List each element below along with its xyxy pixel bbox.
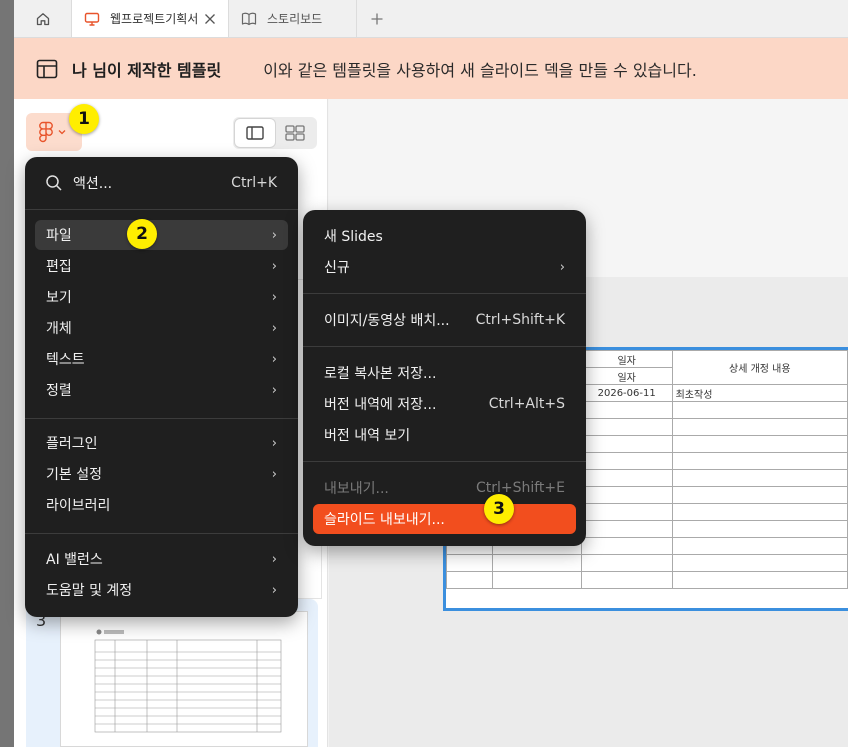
menu-item-ai-balance[interactable]: AI 밸런스 ›	[35, 544, 288, 574]
menu-item-label: 이미지/동영상 배치...	[324, 313, 450, 329]
menu-item-export: 내보내기... Ctrl+Shift+E	[313, 473, 576, 503]
figma-logo-icon	[39, 121, 53, 143]
divider	[25, 209, 298, 210]
menu-item-preferences[interactable]: 기본 설정 ›	[35, 459, 288, 489]
divider	[303, 346, 586, 347]
menu-item-show-version-history[interactable]: 버전 내역 보기	[313, 420, 576, 450]
step-badge-1: 1	[69, 104, 99, 134]
menu-item-place-media[interactable]: 이미지/동영상 배치... Ctrl+Shift+K	[313, 305, 576, 335]
actions-label: 액션...	[73, 176, 113, 192]
file-submenu: 새 Slides 신규 › 이미지/동영상 배치... Ctrl+Shift+K…	[303, 210, 586, 546]
menu-item-label: AI 밸런스	[46, 552, 103, 568]
menu-item-label: 새 Slides	[324, 229, 383, 245]
tab-bar: 웹프로젝트기획서 스토리보드	[14, 0, 848, 38]
chevron-right-icon: ›	[271, 382, 277, 398]
plus-icon	[371, 13, 383, 24]
tab-label: 스토리보드	[267, 12, 323, 26]
menu-item-new-slides[interactable]: 새 Slides	[313, 221, 576, 251]
single-view-button[interactable]	[235, 119, 275, 147]
menu-item-label: 플러그인	[46, 436, 98, 452]
chevron-down-icon	[58, 129, 66, 135]
chevron-right-icon: ›	[271, 289, 277, 305]
chevron-right-icon: ›	[271, 582, 277, 598]
menu-item-save-local-copy[interactable]: 로컬 복사본 저장...	[313, 358, 576, 388]
slide-preview	[60, 611, 308, 747]
banner-description: 이와 같은 템플릿을 사용하여 새 슬라이드 덱을 만들 수 있습니다.	[263, 60, 697, 80]
chevron-right-icon: ›	[271, 320, 277, 336]
menu-item-label: 보기	[46, 290, 72, 306]
home-icon	[36, 12, 49, 25]
chevron-right-icon: ›	[271, 258, 277, 274]
tab-web-project-plan[interactable]: 웹프로젝트기획서	[72, 0, 229, 37]
banner-title: 나 님이 제작한 템플릿	[72, 60, 222, 80]
menu-item-label: 버전 내역 보기	[324, 428, 411, 444]
menu-item-save-to-version-history[interactable]: 버전 내역에 저장... Ctrl+Alt+S	[313, 389, 576, 419]
table-header-date: 일자	[580, 350, 673, 368]
shortcut: Ctrl+Shift+K	[475, 312, 565, 328]
tab-label: 웹프로젝트기획서	[110, 12, 199, 26]
divider	[303, 293, 586, 294]
menu-item-object[interactable]: 개체 ›	[35, 313, 288, 343]
menu-item-label: 버전 내역에 저장...	[324, 397, 437, 413]
menu-item-label: 정렬	[46, 383, 72, 399]
divider	[303, 461, 586, 462]
menu-item-plugins[interactable]: 플러그인 ›	[35, 428, 288, 458]
menu-item-label: 기본 설정	[46, 467, 102, 483]
menu-item-export-slides[interactable]: 슬라이드 내보내기...	[313, 504, 576, 534]
shortcut: Ctrl+Shift+E	[475, 480, 565, 496]
layout-icon	[36, 58, 58, 80]
main-menu: 액션... Ctrl+K 파일 › 편집 › 보기 › 개체 › 텍스트 › 정…	[25, 157, 298, 617]
chevron-right-icon: ›	[271, 551, 277, 567]
menu-item-label: 텍스트	[46, 352, 85, 368]
chevron-right-icon: ›	[271, 435, 277, 451]
menu-item-file[interactable]: 파일 ›	[35, 220, 288, 250]
slides-icon	[84, 11, 100, 27]
home-tab[interactable]	[14, 0, 72, 37]
menu-item-label: 슬라이드 내보내기...	[324, 512, 445, 528]
table-header-detail: 상세 개정 내용	[671, 350, 848, 385]
view-toggle	[233, 117, 317, 149]
slide-thumbnail-3[interactable]: 3	[26, 599, 318, 747]
menu-item-label: 내보내기...	[324, 481, 389, 497]
step-badge-2: 2	[127, 219, 157, 249]
menu-item-text[interactable]: 텍스트 ›	[35, 344, 288, 374]
close-icon[interactable]	[204, 13, 216, 25]
search-icon	[45, 174, 63, 192]
menu-item-libraries[interactable]: 라이브러리	[35, 490, 288, 520]
menu-item-label: 로컬 복사본 저장...	[324, 366, 437, 382]
actions-search[interactable]: 액션... Ctrl+K	[35, 168, 288, 198]
table-cell-detail: 최초작성	[671, 384, 848, 402]
grid-icon	[285, 125, 305, 141]
divider	[25, 418, 298, 419]
menu-item-help-account[interactable]: 도움말 및 계정 ›	[35, 575, 288, 605]
shortcut: Ctrl+Alt+S	[488, 396, 565, 412]
menu-item-label: 개체	[46, 321, 72, 337]
menu-item-label: 도움말 및 계정	[46, 583, 133, 599]
menu-item-label: 라이브러리	[46, 498, 111, 514]
template-banner: 나 님이 제작한 템플릿 이와 같은 템플릿을 사용하여 새 슬라이드 덱을 만…	[14, 38, 848, 99]
panel-icon	[246, 126, 264, 140]
add-tab-button[interactable]	[357, 0, 397, 37]
tab-storyboard[interactable]: 스토리보드	[229, 0, 357, 37]
book-icon	[241, 11, 257, 27]
menu-item-new[interactable]: 신규 ›	[313, 252, 576, 282]
menu-item-view[interactable]: 보기 ›	[35, 282, 288, 312]
grid-view-button[interactable]	[275, 119, 315, 147]
step-badge-3: 3	[484, 494, 514, 524]
menu-item-arrange[interactable]: 정렬 ›	[35, 375, 288, 405]
chevron-right-icon: ›	[271, 351, 277, 367]
menu-item-edit[interactable]: 편집 ›	[35, 251, 288, 281]
shortcut: Ctrl+K	[231, 175, 277, 191]
menu-item-label: 파일	[46, 228, 72, 244]
table-cell-date: 2026-06-11	[580, 384, 673, 402]
table-header-date2: 일자	[580, 367, 673, 385]
divider	[25, 533, 298, 534]
menu-item-label: 신규	[324, 260, 350, 276]
chevron-right-icon: ›	[271, 466, 277, 482]
menu-item-label: 편집	[46, 259, 72, 275]
chevron-right-icon: ›	[271, 227, 277, 243]
chevron-right-icon: ›	[559, 259, 565, 275]
window-edge	[0, 0, 14, 747]
